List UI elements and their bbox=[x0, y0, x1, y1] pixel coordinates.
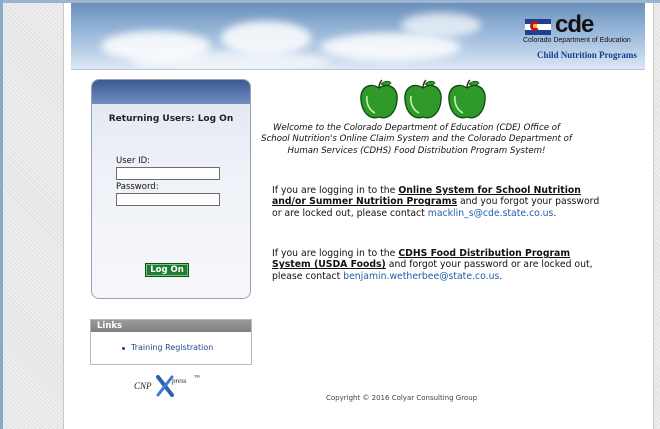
food-distribution-paragraph: If you are logging in to the CDHS Food D… bbox=[272, 248, 602, 282]
links-box: Links Training Registration bbox=[90, 319, 252, 365]
wetherbee-email[interactable]: benjamin.wetherbee@state.co.us bbox=[343, 271, 499, 282]
right-margin bbox=[652, 3, 660, 429]
links-heading: Links bbox=[91, 320, 251, 332]
password-input[interactable] bbox=[116, 193, 220, 206]
school-nutrition-paragraph: If you are logging in to the Online Syst… bbox=[272, 185, 602, 219]
login-panel-cap bbox=[92, 80, 250, 104]
macklin-email[interactable]: macklin_s@cde.state.co.us bbox=[428, 208, 554, 219]
login-panel: Returning Users: Log On User ID: Passwor… bbox=[91, 79, 251, 299]
para1-prefix: If you are logging in to the bbox=[272, 185, 399, 196]
page-container: cde Colorado Department of Education Chi… bbox=[63, 3, 654, 429]
cnp-logo-suffix: press bbox=[172, 377, 187, 385]
welcome-text: Welcome to the Colorado Department of Ed… bbox=[261, 123, 572, 156]
password-label: Password: bbox=[116, 182, 159, 192]
bullet-icon bbox=[122, 347, 125, 350]
userid-label: User ID: bbox=[116, 156, 150, 166]
apples-icon bbox=[360, 79, 486, 119]
para2-prefix: If you are logging in to the bbox=[272, 248, 399, 259]
program-name: Child Nutrition Programs bbox=[537, 50, 637, 60]
cnp-express-logo: CNP press ™ bbox=[134, 375, 204, 397]
cnp-logo-text: CNP bbox=[134, 381, 152, 391]
trademark-mark: ™ bbox=[194, 375, 200, 381]
cde-logo[interactable]: cde Colorado Department of Education Chi… bbox=[519, 11, 639, 63]
logon-button[interactable]: Log On bbox=[145, 263, 189, 277]
header-divider bbox=[71, 69, 645, 70]
userid-input[interactable] bbox=[116, 167, 220, 180]
department-name: Colorado Department of Education bbox=[523, 37, 631, 44]
cde-logo-text: cde bbox=[555, 11, 594, 38]
para2-end: . bbox=[499, 270, 503, 282]
browser-left-edge bbox=[0, 0, 3, 429]
login-title: Returning Users: Log On bbox=[108, 114, 234, 124]
para1-end: . bbox=[553, 207, 557, 219]
copyright-text: Copyright © 2016 Colyar Consulting Group bbox=[326, 394, 478, 402]
training-registration-link[interactable]: Training Registration bbox=[131, 343, 213, 352]
colorado-flag-icon bbox=[525, 19, 551, 35]
header-banner: cde Colorado Department of Education Chi… bbox=[71, 3, 645, 69]
